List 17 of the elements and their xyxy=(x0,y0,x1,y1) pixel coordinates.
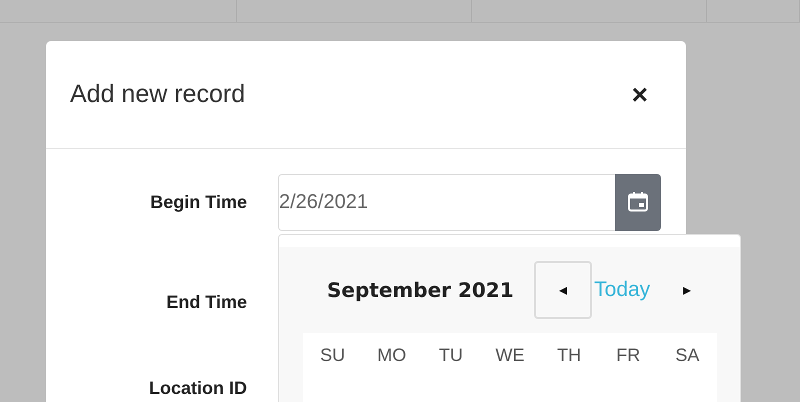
weekday-label: WE xyxy=(494,345,526,367)
weekday-label: MO xyxy=(376,345,408,367)
dialog-title: Add new record xyxy=(70,80,246,109)
weekday-label: SU xyxy=(319,345,346,367)
field-label: End Time xyxy=(165,292,247,312)
field-label: Begin Time xyxy=(149,192,247,212)
field-label: Location ID xyxy=(148,378,247,398)
month-title: September 2021 xyxy=(327,278,515,302)
weekday-label: SA xyxy=(674,345,700,367)
weekday-label: FR xyxy=(615,345,642,367)
calendar-button[interactable] xyxy=(615,174,661,230)
weekday-label: TH xyxy=(556,345,582,367)
calendar-icon xyxy=(627,191,649,213)
date-field[interactable]: 2/26/2021 xyxy=(278,174,615,230)
weekday-label: TU xyxy=(438,345,464,367)
previous-month-button[interactable]: ◂ xyxy=(534,261,592,319)
close-button[interactable]: × xyxy=(632,80,648,108)
